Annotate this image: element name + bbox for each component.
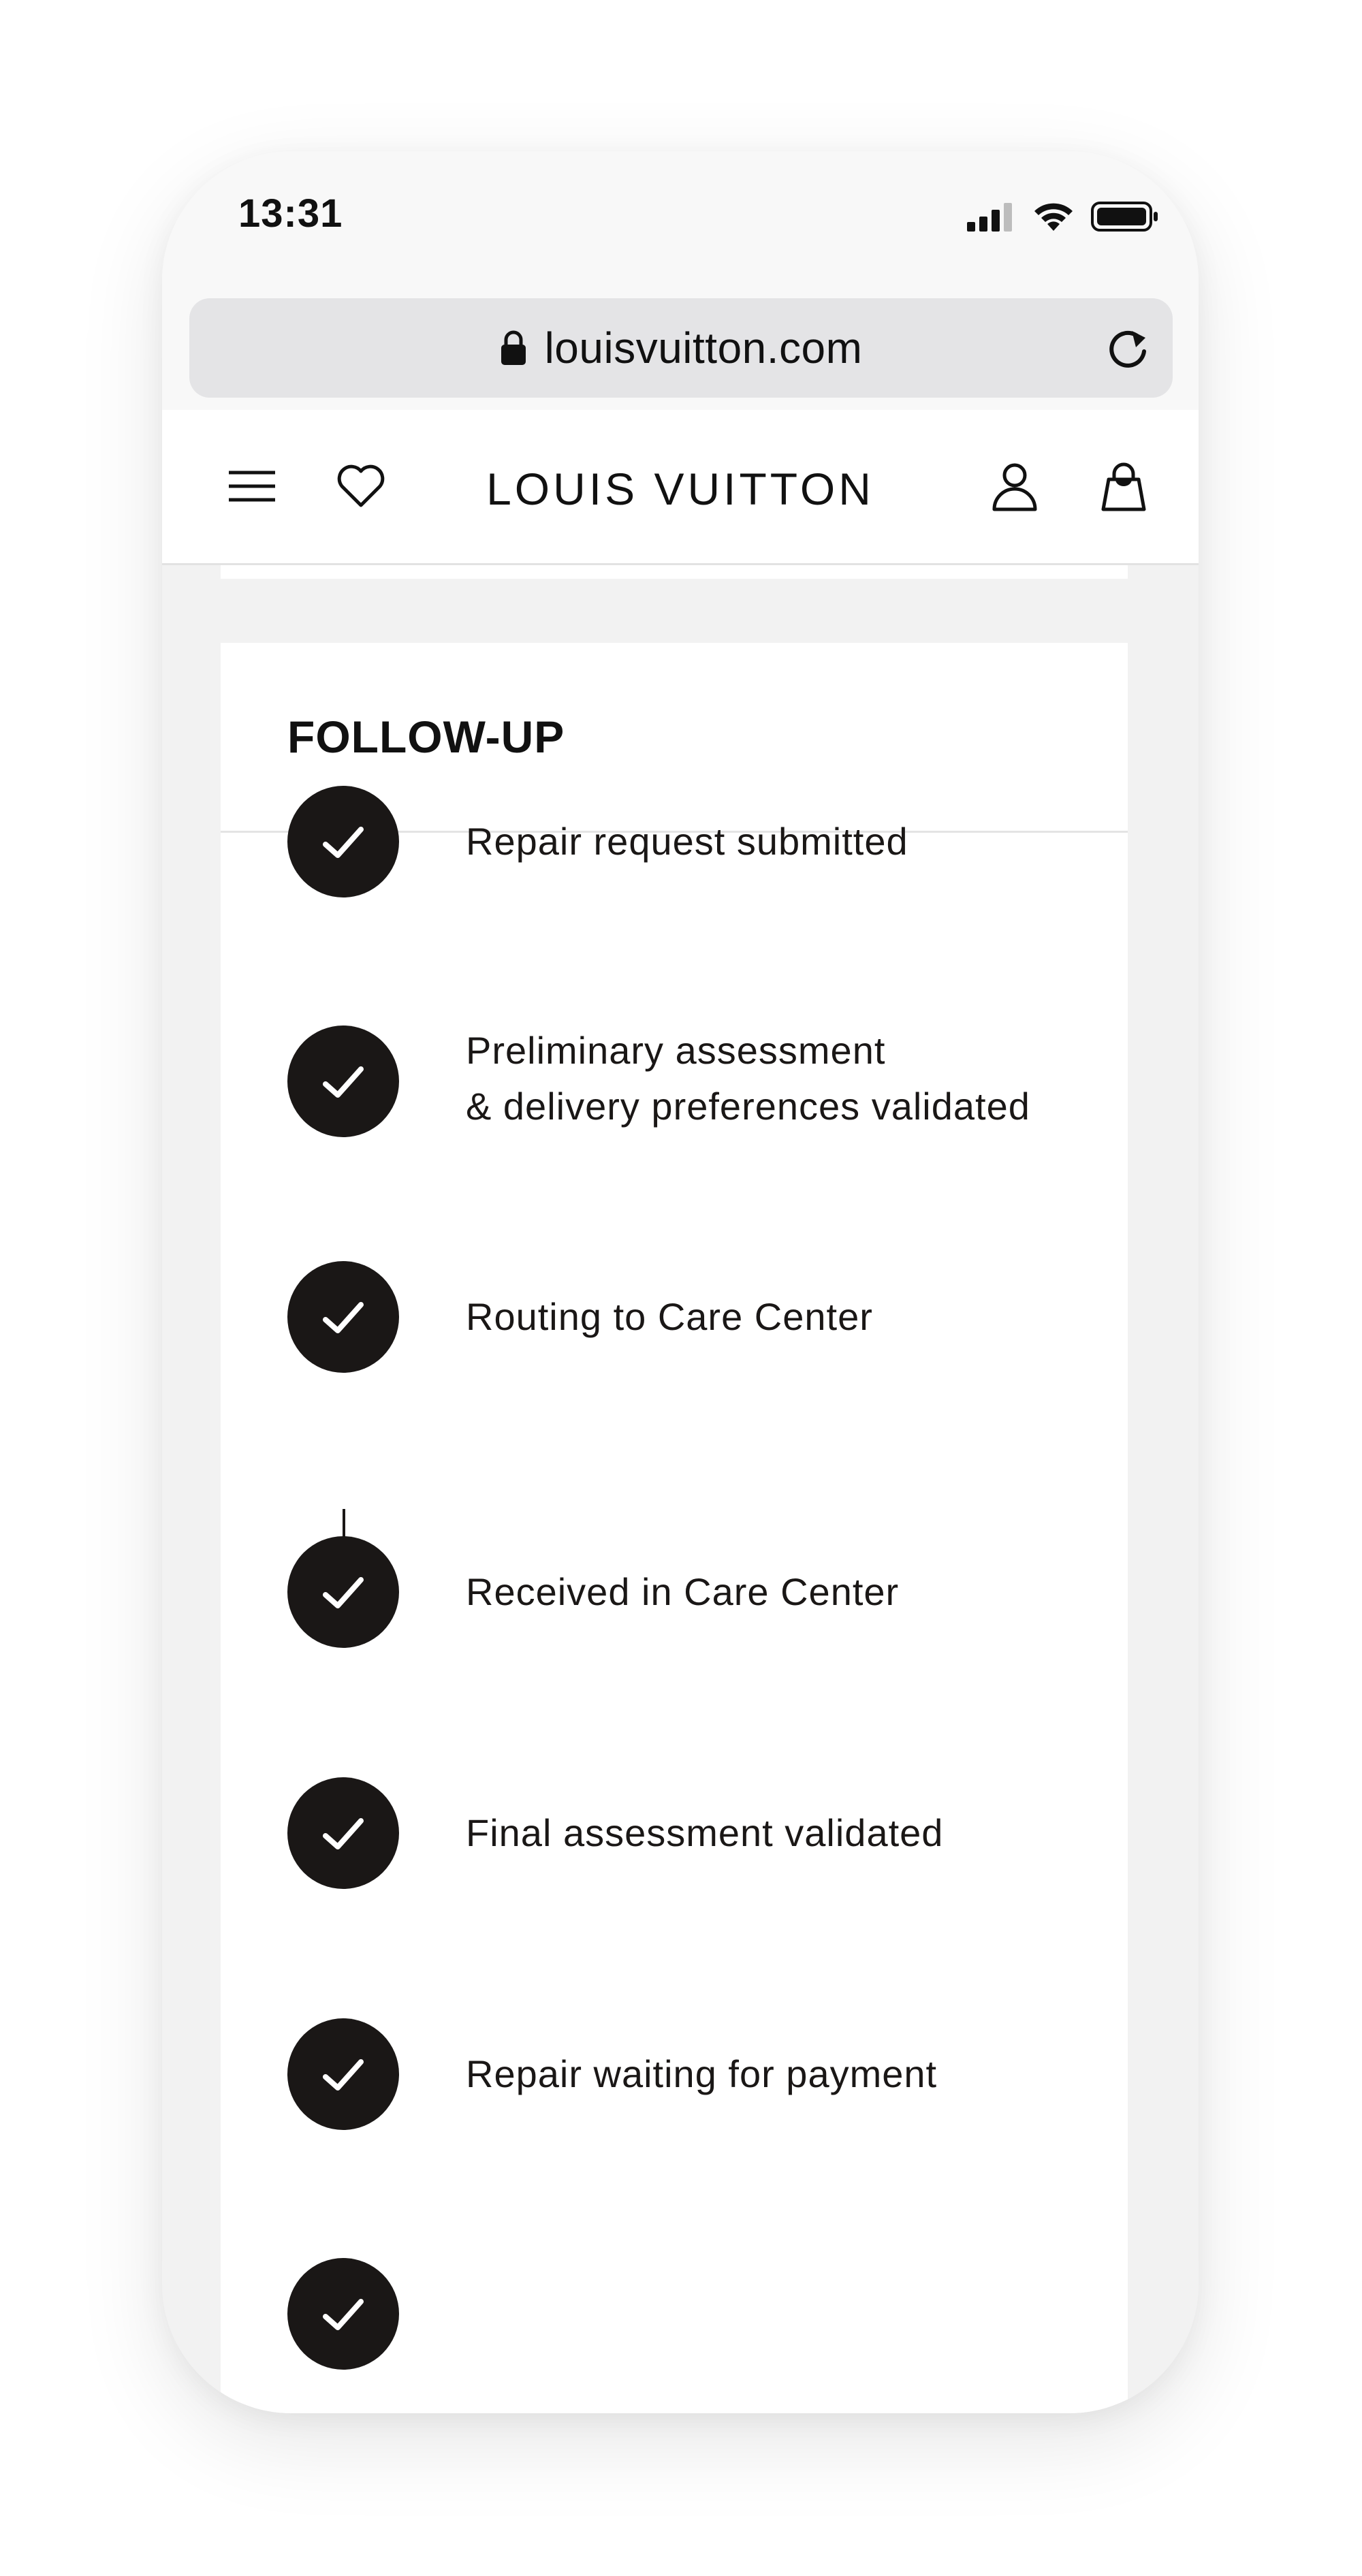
step-label: Routing to Care Center: [466, 1295, 873, 1338]
step-check-circle: [287, 1261, 399, 1373]
step-check-circle: [287, 1025, 399, 1137]
step-item: Final assessment validated: [287, 1777, 1105, 1889]
previous-card-edge: [221, 565, 1128, 579]
check-icon: [323, 1302, 364, 1333]
check-icon: [323, 1066, 364, 1098]
step-item: Preliminary assessment & delivery prefer…: [287, 1025, 1105, 1137]
step-item: Repair waiting for payment: [287, 2018, 1105, 2130]
page-content: FOLLOW-UP Repair request submitted Preli…: [162, 565, 1199, 2413]
site-header: LOUIS VUITTON: [162, 410, 1199, 565]
address-content: louisvuitton.com: [189, 298, 1173, 398]
step-check-circle: [287, 786, 399, 897]
cellular-signal-icon: [967, 203, 1012, 232]
status-time: 13:31: [238, 191, 343, 236]
step-item: Repair request submitted: [287, 786, 1105, 897]
step-label: Preliminary assessment: [466, 1029, 886, 1072]
browser-chrome: louisvuitton.com: [162, 274, 1199, 410]
reload-icon[interactable]: [1105, 324, 1152, 372]
shopping-bag-icon[interactable]: [1096, 459, 1151, 513]
step-label: Repair request submitted: [466, 820, 908, 863]
step-item: Routing to Care Center: [287, 1261, 1105, 1373]
step-item-partial: [287, 2258, 1105, 2370]
step-label: Received in Care Center: [466, 1570, 900, 1613]
step-check-circle: [287, 2258, 399, 2370]
follow-up-title: FOLLOW-UP: [287, 712, 565, 762]
lock-icon: [501, 330, 526, 365]
step-item: Received in Care Center: [287, 1536, 1105, 1648]
step-check-circle: [287, 2018, 399, 2130]
check-icon: [323, 827, 364, 858]
address-url: louisvuitton.com: [544, 323, 863, 372]
step-label-line2: & delivery preferences validated: [466, 1085, 1030, 1128]
check-icon: [323, 1818, 364, 1849]
address-bar[interactable]: louisvuitton.com: [189, 298, 1173, 398]
step-label: Final assessment validated: [466, 1811, 944, 1854]
screenshot-stage: 13:31 louisvuitton.com LOUIS VUITTON FOL…: [0, 0, 1362, 2576]
status-bar: 13:31: [162, 151, 1199, 274]
check-icon: [323, 2299, 364, 2330]
step-check-circle: [287, 1777, 399, 1889]
phone-frame: 13:31 louisvuitton.com LOUIS VUITTON FOL…: [162, 151, 1199, 2413]
brand-logo[interactable]: LOUIS VUITTON: [162, 463, 1199, 515]
battery-icon: [1091, 202, 1158, 232]
check-icon: [323, 1577, 364, 1608]
wifi-icon: [1034, 203, 1073, 231]
status-icons: [967, 196, 1159, 237]
check-icon: [323, 2059, 364, 2090]
step-label: Repair waiting for payment: [466, 2052, 938, 2095]
follow-up-card: FOLLOW-UP Repair request submitted Preli…: [221, 643, 1128, 2413]
step-check-circle: [287, 1536, 399, 1648]
account-icon[interactable]: [987, 459, 1042, 513]
